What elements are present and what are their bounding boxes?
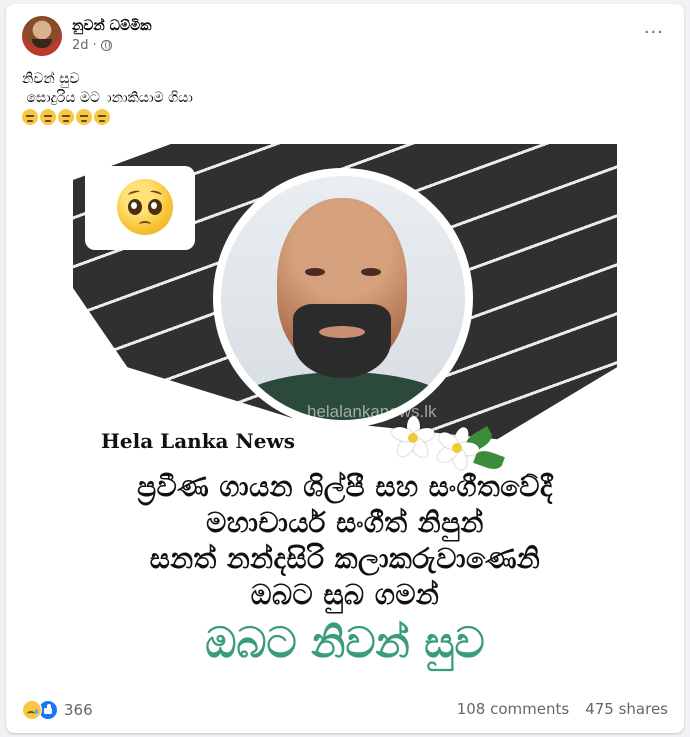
- emoji-card: [85, 166, 195, 250]
- unamused-face-icon: [58, 109, 74, 125]
- poster-line: ප්‍රවීණ ගායන ශිල්පී සහ සංගීතවේදී: [137, 470, 553, 503]
- poster-final-line: ඔබට නිවන් සුව: [205, 618, 485, 667]
- poster-line: සනත් නන්දසිරි කලාකරුවාණෙනි: [149, 542, 541, 575]
- frangipani-flower-icon: [434, 425, 480, 472]
- pleading-face-icon: [117, 179, 173, 235]
- shares-link[interactable]: 475 shares: [585, 700, 668, 718]
- post-footer: 366 108 comments 475 shares: [22, 698, 668, 722]
- unamused-face-icon: [22, 109, 38, 125]
- unamused-face-icon: [94, 109, 110, 125]
- unamused-face-icon: [76, 109, 92, 125]
- source-label: Hela Lanka News: [93, 426, 303, 456]
- author-name[interactable]: නුවන් ධම්මික: [72, 18, 152, 34]
- reactions-summary[interactable]: 366: [22, 700, 93, 720]
- engagement-stats: 108 comments 475 shares: [457, 700, 668, 718]
- portrait-photo: [213, 168, 473, 428]
- dot-separator: ·: [92, 38, 97, 53]
- poster-line: මහාචාර්ය සංගීත් නිපුන්: [206, 506, 484, 539]
- post-header: නුවන් ධම්මික 2d · ···: [22, 16, 668, 60]
- post-meta: 2d ·: [72, 38, 112, 53]
- caption-emoji-row: [22, 109, 662, 125]
- post-image[interactable]: helalankanews.lk Hela Lanka News: [6, 144, 684, 687]
- comments-link[interactable]: 108 comments: [457, 700, 569, 718]
- poster-text: ප්‍රවීණ ගායන ශිල්පී සහ සංගීතවේදී මහාචාර්…: [73, 469, 617, 669]
- sad-reaction-icon: [22, 700, 42, 720]
- post-time[interactable]: 2d: [72, 38, 89, 53]
- caption-line: නිවන් සුව: [22, 71, 80, 87]
- avatar[interactable]: [22, 16, 62, 56]
- poster-line: ඔබට සුබ ගමන්: [250, 578, 440, 611]
- frangipani-flower-icon: [390, 416, 437, 460]
- more-options-button[interactable]: ···: [644, 22, 664, 43]
- post-caption: නිවන් සුව සොදුරිය මට ානාකියාම ගියා: [22, 70, 662, 125]
- reaction-count: 366: [64, 701, 93, 719]
- globe-icon: [100, 40, 112, 51]
- unamused-face-icon: [40, 109, 56, 125]
- post-card: නුවන් ධම්මික 2d · ··· නිවන් සුව සොදුරිය …: [6, 4, 684, 733]
- caption-line: සොදුරිය මට ානාකියාම ගියා: [22, 90, 193, 106]
- memorial-poster: helalankanews.lk Hela Lanka News: [73, 144, 617, 687]
